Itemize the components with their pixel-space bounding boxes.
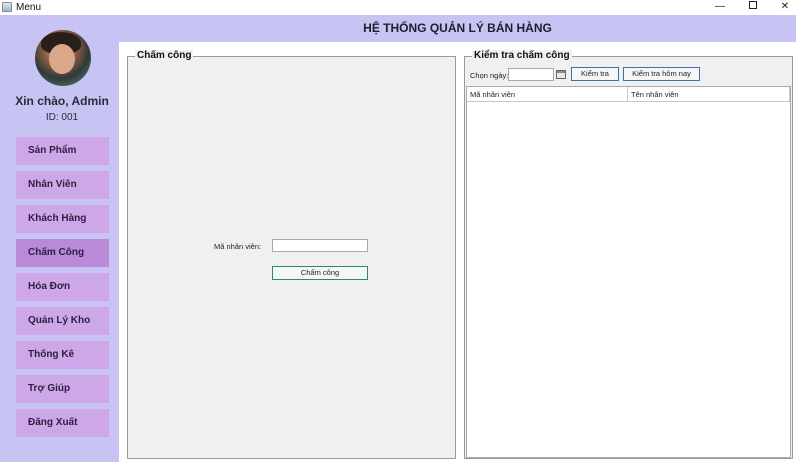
attendance-panel-title: Chấm công [135, 50, 194, 61]
window-titlebar: Menu — ✕ [0, 0, 796, 15]
table-header-employee-name[interactable]: Tên nhân viên [628, 87, 790, 102]
sidebar-item-customers[interactable]: Khách Hàng [16, 205, 109, 233]
app-icon [2, 2, 12, 12]
sidebar-item-products[interactable]: Sản Phẩm [16, 137, 109, 165]
user-id: ID: 001 [45, 112, 79, 123]
sidebar-item-attendance[interactable]: Chấm Công [16, 239, 109, 267]
employee-id-input[interactable] [272, 239, 368, 252]
sidebar-item-employees[interactable]: Nhân Viên [16, 171, 109, 199]
avatar [35, 30, 91, 86]
greeting-text: Xin chào, Admin [15, 94, 109, 108]
maximize-icon [749, 1, 757, 10]
sidebar-item-statistics[interactable]: Thống Kê [16, 341, 109, 369]
employee-id-label: Mã nhân viên: [214, 242, 262, 251]
avatar-face [49, 44, 75, 74]
sidebar-item-help[interactable]: Trợ Giúp [16, 375, 109, 403]
sidebar: Xin chào, Admin ID: 001 Sản Phẩm Nhân Vi… [0, 15, 119, 462]
sidebar-item-invoices[interactable]: Hóa Đơn [16, 273, 109, 301]
main-content: Chấm công Mã nhân viên: Chấm công Kiểm t… [119, 42, 796, 462]
close-button[interactable]: ✕ [769, 0, 796, 15]
check-today-button[interactable]: Kiểm tra hôm nay [623, 67, 700, 81]
check-button[interactable]: Kiểm tra [571, 67, 619, 81]
page-header: HỆ THỐNG QUẢN LÝ BÁN HÀNG [119, 15, 796, 42]
calendar-icon[interactable] [556, 70, 566, 79]
minimize-button[interactable]: — [704, 0, 736, 15]
check-attendance-panel: Kiểm tra chấm công Chọn ngày: Kiểm tra K… [464, 50, 793, 459]
date-input[interactable] [508, 68, 554, 81]
maximize-button[interactable] [737, 0, 769, 15]
table-header-employee-id[interactable]: Mã nhân viên [467, 87, 628, 102]
window-title: Menu [16, 2, 42, 13]
date-label: Chọn ngày: [470, 71, 509, 80]
attendance-panel: Chấm công Mã nhân viên: Chấm công [127, 50, 456, 459]
sidebar-item-warehouse[interactable]: Quản Lý Kho [16, 307, 109, 335]
check-in-button[interactable]: Chấm công [272, 266, 368, 280]
attendance-table[interactable]: Mã nhân viên Tên nhân viên [466, 86, 791, 458]
check-panel-title: Kiểm tra chấm công [472, 50, 572, 61]
sidebar-item-logout[interactable]: Đăng Xuất [16, 409, 109, 437]
